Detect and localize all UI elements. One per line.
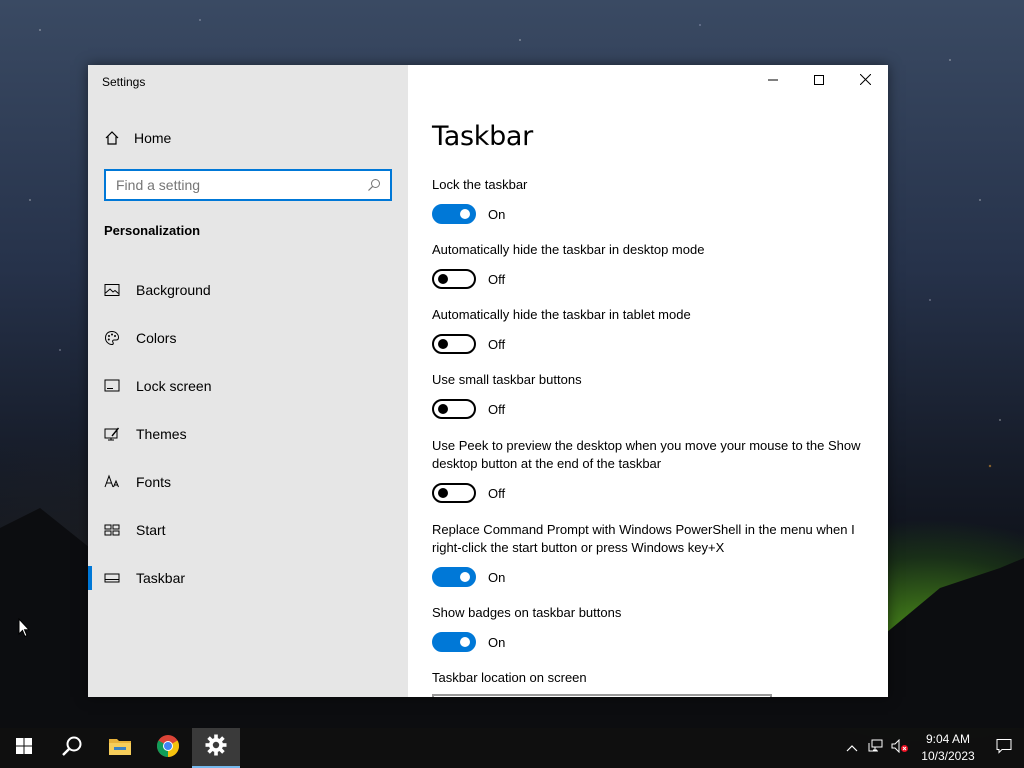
sidebar-item-background[interactable]: Background xyxy=(88,266,408,314)
setting-label: Use small taskbar buttons xyxy=(432,372,582,387)
toggle-state: On xyxy=(488,569,506,585)
sidebar-item-label: Fonts xyxy=(136,474,172,490)
home-label: Home xyxy=(134,130,172,146)
setting-label: Automatically hide the taskbar in deskto… xyxy=(432,242,705,257)
toggle-state: On xyxy=(488,206,506,222)
settings-taskbar-button[interactable] xyxy=(192,728,240,768)
toggle-state: Off xyxy=(488,271,506,287)
sidebar-item-label: Start xyxy=(136,522,166,538)
chevron-up-icon xyxy=(846,739,858,757)
settings-gear-icon xyxy=(205,734,227,761)
network-icon xyxy=(868,739,884,758)
setting-powershell: Replace Command Prompt with Windows Powe… xyxy=(432,521,872,587)
setting-peek: Use Peek to preview the desktop when you… xyxy=(432,437,872,503)
system-tray: 9:04 AM 10/3/2023 xyxy=(840,728,1024,768)
clock-time: 9:04 AM xyxy=(925,732,971,746)
toggle-state: Off xyxy=(488,485,506,501)
setting-label: Show badges on taskbar buttons xyxy=(432,605,622,620)
themes-icon xyxy=(104,426,120,442)
fonts-icon xyxy=(104,474,120,490)
page-title: Taskbar xyxy=(432,121,533,152)
sidebar-item-label: Colors xyxy=(136,330,177,346)
toggle-state: On xyxy=(488,634,506,650)
setting-label: Automatically hide the taskbar in tablet… xyxy=(432,307,691,322)
settings-sidebar: Settings Home Personalization Background xyxy=(88,65,408,697)
sidebar-item-start[interactable]: Start xyxy=(88,506,408,554)
setting-lock-taskbar: Lock the taskbar On xyxy=(432,176,872,224)
minimize-icon xyxy=(768,72,778,90)
window-title: Settings xyxy=(102,75,146,89)
file-explorer-icon xyxy=(108,736,132,761)
taskbar-search-button[interactable] xyxy=(48,728,96,768)
section-title: Personalization xyxy=(104,223,201,238)
chrome-button[interactable] xyxy=(144,728,192,768)
notification-icon xyxy=(996,738,1012,759)
taskbar-location-dropdown[interactable] xyxy=(432,694,772,697)
sidebar-item-fonts[interactable]: Fonts xyxy=(88,458,408,506)
home-icon xyxy=(104,130,120,146)
setting-label: Lock the taskbar xyxy=(432,177,528,192)
palette-icon xyxy=(104,330,120,346)
network-button[interactable] xyxy=(864,728,888,768)
sidebar-item-taskbar[interactable]: Taskbar xyxy=(88,554,408,602)
sidebar-item-lock-screen[interactable]: Lock screen xyxy=(88,362,408,410)
settings-window: Settings Home Personalization Background xyxy=(88,65,888,697)
setting-autohide-tablet: Automatically hide the taskbar in tablet… xyxy=(432,306,872,354)
caption-buttons xyxy=(750,65,888,97)
start-button[interactable] xyxy=(0,728,48,768)
action-center-button[interactable] xyxy=(984,728,1024,768)
search-icon xyxy=(61,735,83,762)
sidebar-item-label: Background xyxy=(136,282,211,298)
sidebar-item-themes[interactable]: Themes xyxy=(88,410,408,458)
setting-label: Use Peek to preview the desktop when you… xyxy=(432,438,861,471)
volume-muted-icon xyxy=(891,738,909,758)
toggle-state: Off xyxy=(488,336,506,352)
sidebar-item-colors[interactable]: Colors xyxy=(88,314,408,362)
windows-logo-icon xyxy=(16,737,32,759)
search-icon[interactable] xyxy=(366,177,382,193)
taskbar-icon xyxy=(104,570,120,586)
personalization-nav: Background Colors Lock screen Themes Fon… xyxy=(88,266,408,602)
powershell-toggle[interactable] xyxy=(432,567,476,587)
peek-toggle[interactable] xyxy=(432,483,476,503)
clock-date: 10/3/2023 xyxy=(921,749,975,763)
setting-label: Taskbar location on screen xyxy=(432,670,587,685)
taskbar: 9:04 AM 10/3/2023 xyxy=(0,728,1024,768)
setting-taskbar-location: Taskbar location on screen xyxy=(432,669,872,687)
close-icon xyxy=(859,72,871,90)
sidebar-item-label: Themes xyxy=(136,426,187,442)
settings-content: Taskbar Lock the taskbar On Automaticall… xyxy=(408,65,888,697)
search-box[interactable] xyxy=(104,169,392,201)
start-icon xyxy=(104,522,120,538)
small-buttons-toggle[interactable] xyxy=(432,399,476,419)
setting-small-buttons: Use small taskbar buttons Off xyxy=(432,371,872,419)
maximize-button[interactable] xyxy=(796,65,842,97)
lock-screen-icon xyxy=(104,378,120,394)
minimize-button[interactable] xyxy=(750,65,796,97)
badges-toggle[interactable] xyxy=(432,632,476,652)
autohide-desktop-toggle[interactable] xyxy=(432,269,476,289)
search-input[interactable] xyxy=(116,177,366,193)
sidebar-item-label: Taskbar xyxy=(136,570,186,586)
chrome-icon xyxy=(156,734,180,763)
lock-taskbar-toggle[interactable] xyxy=(432,204,476,224)
setting-autohide-desktop: Automatically hide the taskbar in deskto… xyxy=(432,241,872,289)
show-hidden-icons-button[interactable] xyxy=(840,728,864,768)
autohide-tablet-toggle[interactable] xyxy=(432,334,476,354)
volume-button[interactable] xyxy=(888,728,912,768)
close-button[interactable] xyxy=(842,65,888,97)
setting-badges: Show badges on taskbar buttons On xyxy=(432,604,872,652)
maximize-icon xyxy=(814,72,824,90)
file-explorer-button[interactable] xyxy=(96,728,144,768)
mouse-cursor-icon xyxy=(18,618,30,638)
picture-icon xyxy=(104,282,120,298)
setting-label: Replace Command Prompt with Windows Powe… xyxy=(432,522,855,555)
taskbar-clock[interactable]: 9:04 AM 10/3/2023 xyxy=(912,731,984,765)
home-nav-item[interactable]: Home xyxy=(104,127,171,149)
toggle-state: Off xyxy=(488,401,506,417)
sidebar-item-label: Lock screen xyxy=(136,378,212,394)
